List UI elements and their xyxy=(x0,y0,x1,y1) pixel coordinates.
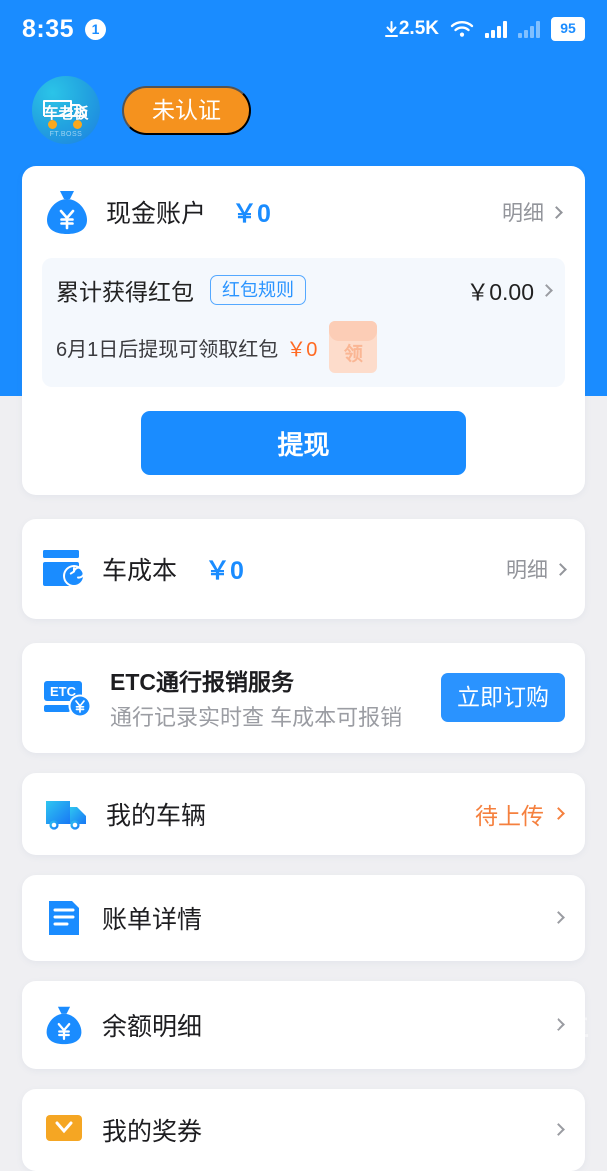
chevron-right-icon xyxy=(552,1123,565,1137)
status-bar-clock: 8:35 xyxy=(22,14,75,43)
chevron-right-icon xyxy=(550,205,563,219)
car-cost-detail-label: 明细 xyxy=(506,559,548,582)
red-packet-note-row: 6月1日后提现可领取红包 ￥0 领 xyxy=(56,321,551,373)
envelope-claim-char: 领 xyxy=(343,344,363,365)
red-envelope-icon[interactable]: 领 xyxy=(329,321,378,373)
red-packet-note: 6月1日后提现可领取红包 ￥0 xyxy=(56,333,317,362)
notification-count-badge: 1 xyxy=(85,18,107,40)
cash-account-title: 现金账户 xyxy=(106,200,207,228)
menu-status xyxy=(544,1123,565,1137)
verification-status-badge[interactable]: 未认证 xyxy=(122,85,251,135)
cash-account-detail-label: 明细 xyxy=(502,202,544,225)
menu-item-my-coupons[interactable]: 我的奖券 xyxy=(22,1088,585,1171)
truck-icon xyxy=(46,800,86,830)
svg-text:ETC: ETC xyxy=(50,684,77,699)
chevron-right-icon xyxy=(552,1018,565,1032)
red-packet-amount: ￥0.00 xyxy=(466,279,534,305)
menu-item-balance-details[interactable]: 余额明细 xyxy=(22,980,585,1069)
chevron-right-icon xyxy=(554,562,567,576)
coupon-icon xyxy=(46,1114,82,1141)
download-arrow-icon xyxy=(384,20,398,37)
red-packet-summary-row: 累计获得红包 红包规则 ￥0.00 xyxy=(56,273,553,307)
menu-label: 我的车辆 xyxy=(106,801,207,830)
cash-account-card: 现金账户 ￥0 明细 累计获得红包 红包规则 ￥0.00 6月1日后提现可领取红… xyxy=(22,166,585,495)
menu-status xyxy=(544,1018,565,1032)
etc-service-title: ETC通行报销服务 xyxy=(110,669,294,695)
menu-label: 余额明细 xyxy=(102,1012,203,1041)
withdraw-button[interactable]: 提现 xyxy=(141,411,466,475)
signal-bars-secondary-icon xyxy=(518,20,540,38)
card-refund-icon xyxy=(43,550,85,587)
brand-row: 车老板 FT.BOSS 未认证 xyxy=(0,58,607,144)
truck-logo-icon[interactable]: 车老板 FT.BOSS xyxy=(32,76,100,144)
red-packet-note-text: 6月1日后提现可领取红包 xyxy=(56,338,279,361)
signal-bars-icon xyxy=(485,20,507,38)
menu-item-bill-details[interactable]: 账单详情 xyxy=(22,874,585,961)
red-packet-rule-button[interactable]: 红包规则 xyxy=(210,275,306,305)
status-bar: 8:35 1 2.5K 95 xyxy=(0,0,607,58)
money-bag-icon xyxy=(46,1006,82,1044)
battery-indicator: 95 xyxy=(551,17,585,41)
menu-item-my-vehicles[interactable]: 我的车辆 待上传 xyxy=(22,772,585,855)
logo-subtext: FT.BOSS xyxy=(49,131,83,138)
main-content: 现金账户 ￥0 明细 累计获得红包 红包规则 ￥0.00 6月1日后提现可领取红… xyxy=(0,144,607,1171)
menu-status xyxy=(544,911,565,925)
menu-status-text: 待上传 xyxy=(475,802,544,829)
money-bag-icon xyxy=(47,191,87,234)
red-packet-note-amount: ￥0 xyxy=(286,338,318,361)
car-cost-amount: ￥0 xyxy=(205,557,244,585)
red-packet-label: 累计获得红包 xyxy=(56,279,194,305)
wifi-icon xyxy=(450,21,474,37)
chevron-right-icon xyxy=(540,283,553,297)
etc-card-icon: ETC xyxy=(44,680,92,718)
red-packet-amount-link[interactable]: ￥0.00 xyxy=(466,273,553,307)
etc-subscribe-button[interactable]: 立即订购 xyxy=(441,673,565,723)
network-speed-value: 2.5K xyxy=(398,18,439,39)
car-cost-title: 车成本 xyxy=(102,557,178,585)
network-speed-indicator: 2.5K xyxy=(384,18,439,40)
chevron-right-icon xyxy=(552,807,565,821)
status-bar-right: 2.5K 95 xyxy=(384,17,585,41)
chevron-right-icon xyxy=(552,911,565,925)
cash-account-amount: ￥0 xyxy=(232,200,271,228)
logo-text: 车老板 xyxy=(43,105,89,122)
car-cost-card[interactable]: 车成本 ￥0 明细 xyxy=(22,519,585,619)
menu-label: 我的奖券 xyxy=(102,1117,203,1146)
menu-label: 账单详情 xyxy=(102,905,203,934)
menu-status: 待上传 xyxy=(475,797,565,831)
etc-service-card: ETC ETC通行报销服务 通行记录实时查 车成本可报销 立即订购 xyxy=(22,643,585,753)
etc-service-subtitle: 通行记录实时查 车成本可报销 xyxy=(110,705,403,730)
bill-document-icon xyxy=(49,900,79,935)
car-cost-detail-link[interactable]: 明细 xyxy=(506,554,567,584)
etc-service-text: ETC通行报销服务 通行记录实时查 车成本可报销 xyxy=(110,663,425,733)
status-bar-left: 8:35 1 xyxy=(22,14,107,44)
cash-account-header: 现金账户 ￥0 明细 xyxy=(42,188,565,236)
cash-account-detail-link[interactable]: 明细 xyxy=(502,197,563,227)
envelope-flap xyxy=(329,321,378,341)
red-packet-section: 累计获得红包 红包规则 ￥0.00 6月1日后提现可领取红包 ￥0 领 xyxy=(42,258,565,387)
